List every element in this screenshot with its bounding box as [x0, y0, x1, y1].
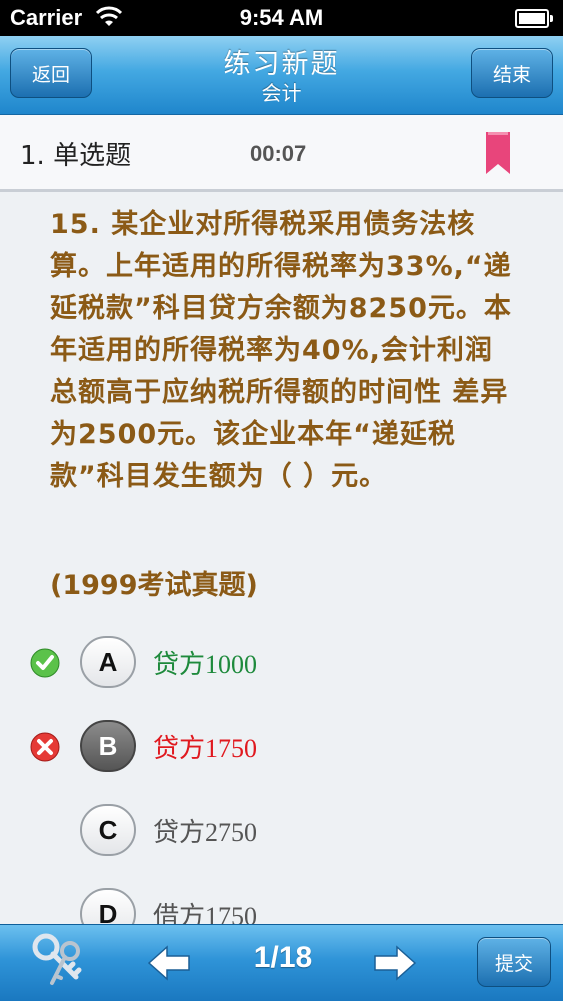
end-button[interactable]: 结束	[471, 48, 553, 98]
question-header: 1. 单选题 00:07	[0, 115, 563, 192]
question-type-label: 1. 单选题	[20, 141, 132, 171]
page-indicator: 1/18	[253, 941, 313, 974]
option-letter: A	[80, 636, 136, 688]
cross-icon	[30, 732, 60, 762]
check-icon	[30, 648, 60, 678]
timer-label: 00:07	[250, 141, 307, 166]
bottom-toolbar: 1/18 提交	[0, 924, 563, 1001]
battery-icon	[515, 9, 553, 28]
option-a[interactable]: A 贷方1000	[0, 632, 563, 692]
navigation-bar: 返回 练习新题 会计 结束	[0, 36, 563, 115]
option-c[interactable]: C 贷方2750	[0, 800, 563, 860]
option-b[interactable]: B 贷方1750	[0, 716, 563, 776]
option-text: 贷方1750	[153, 734, 258, 763]
option-text: 贷方2750	[153, 818, 258, 847]
bookmark-icon[interactable]	[486, 132, 510, 174]
option-letter: B	[80, 720, 136, 772]
submit-button[interactable]: 提交	[477, 937, 551, 987]
option-text: 贷方1000	[153, 650, 258, 679]
question-source: (1999考试真题)	[50, 570, 258, 601]
status-bar: Carrier 9:54 AM	[0, 0, 563, 36]
arrow-right-icon[interactable]	[373, 945, 417, 981]
arrow-left-icon[interactable]	[147, 945, 191, 981]
clock-label: 9:54 AM	[239, 5, 324, 30]
option-letter: C	[80, 804, 136, 856]
keys-icon[interactable]	[30, 931, 90, 993]
question-text: 15. 某企业对所得税采用债务法核算。上年适用的所得税率为33%,“递延税款”科…	[50, 209, 512, 492]
